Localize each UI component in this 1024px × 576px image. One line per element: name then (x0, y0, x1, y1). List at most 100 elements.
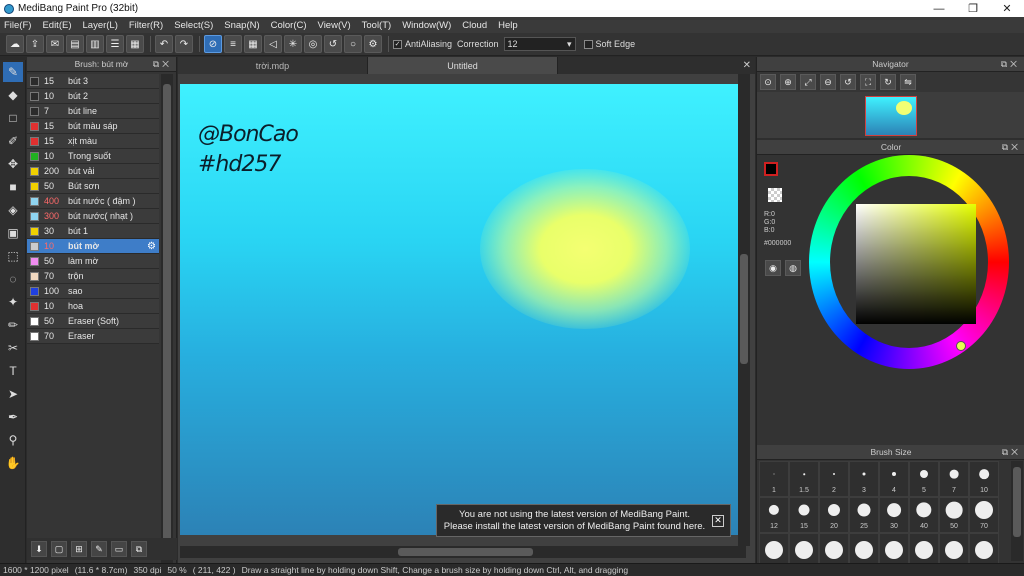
zoom-fit-icon[interactable]: ⊙ (760, 74, 776, 90)
select-eraser-tool-icon[interactable]: ✂ (3, 338, 23, 358)
panel-controls[interactable]: ⧉✕ (1002, 142, 1021, 153)
zoom-out-icon[interactable]: ⊖ (820, 74, 836, 90)
rotate-right-icon[interactable]: ↻ (880, 74, 896, 90)
brush-item[interactable]: 10 hoa (27, 299, 159, 314)
chat-icon[interactable]: ▤ (66, 35, 84, 53)
brush-item[interactable]: 10 Trong suốt (27, 149, 159, 164)
panel-controls[interactable]: ⧉✕ (1002, 447, 1021, 458)
snap-settings-icon[interactable]: ⚙ (364, 35, 382, 53)
transparent-color-swatch[interactable] (768, 188, 782, 202)
brush-item[interactable]: 300 bút nước( nhạt ) (27, 209, 159, 224)
list-icon[interactable]: ☰ (106, 35, 124, 53)
brush-item[interactable]: 15 bút màu sáp (27, 119, 159, 134)
canvas-horizontal-scrollbar[interactable] (180, 546, 746, 558)
cloud-download-icon[interactable]: ⬇ (31, 541, 47, 557)
foreground-color-swatch[interactable] (764, 162, 778, 176)
palette-icon[interactable]: ◉ (765, 260, 781, 276)
redo-icon[interactable]: ↷ (175, 35, 193, 53)
navigator-preview[interactable] (757, 92, 1024, 138)
antialiasing-checkbox[interactable]: ✓ (393, 39, 402, 49)
close-button[interactable]: ✕ (990, 0, 1024, 17)
bucket-tool-icon[interactable]: ◈ (3, 200, 23, 220)
menu-file[interactable]: File(F) (4, 20, 31, 31)
lasso-tool-icon[interactable]: ◌ (3, 269, 23, 289)
drawing-canvas[interactable]: @BonCao #hd257 (180, 84, 738, 535)
magic-wand-tool-icon[interactable]: ✦ (3, 292, 23, 312)
brush-size-cell[interactable]: 3 (849, 461, 879, 497)
brush-size-cell[interactable]: 12 (759, 497, 789, 533)
brush-item[interactable]: 10 bút mờ ⚙ (27, 239, 159, 254)
minimize-button[interactable]: — (922, 0, 956, 17)
saturation-value-square[interactable] (856, 204, 976, 324)
brush-tool-icon[interactable]: ✎ (3, 62, 23, 82)
tab-untitled[interactable]: Untitled (368, 57, 558, 74)
brush-size-cell[interactable]: 10 (969, 461, 999, 497)
tab-troi[interactable]: trời.mdp (178, 57, 368, 74)
brush-size-cell[interactable]: 40 (909, 497, 939, 533)
brush-item[interactable]: 400 bút nước ( đậm ) (27, 194, 159, 209)
brush-size-scrollbar[interactable] (1011, 461, 1023, 561)
rotate-left-icon[interactable]: ↺ (840, 74, 856, 90)
brush-item[interactable]: 70 trộn (27, 269, 159, 284)
brush-size-cell[interactable]: 1 (759, 461, 789, 497)
menu-cloud[interactable]: Cloud (462, 20, 487, 31)
brush-item[interactable]: 15 xịt màu (27, 134, 159, 149)
hand-tool-icon[interactable]: ✋ (3, 453, 23, 473)
snap-ellipse-icon[interactable]: ○ (344, 35, 362, 53)
eyedropper-tool-icon[interactable]: ⚲ (3, 430, 23, 450)
dot-tool-icon[interactable]: □ (3, 108, 23, 128)
menu-color[interactable]: Color(C) (271, 20, 307, 31)
menu-tool[interactable]: Tool(T) (362, 20, 392, 31)
snap-radial-icon[interactable]: ✳ (284, 35, 302, 53)
scrollbar-thumb[interactable] (1013, 467, 1021, 537)
zoom-in-icon[interactable]: ⊕ (780, 74, 796, 90)
scrollbar-thumb[interactable] (163, 84, 171, 549)
brush-item[interactable]: 50 làm mờ (27, 254, 159, 269)
divide-tool-icon[interactable]: ✒ (3, 407, 23, 427)
select-rect-tool-icon[interactable]: ⬚ (3, 246, 23, 266)
select-pen-tool-icon[interactable]: ✏ (3, 315, 23, 335)
palette-add-icon[interactable]: ◍ (785, 260, 801, 276)
comment-icon[interactable]: ✉ (46, 35, 64, 53)
brush-size-cell[interactable]: 20 (819, 497, 849, 533)
brush-item[interactable]: 70 Eraser (27, 329, 159, 344)
snap-cross-icon[interactable]: ▦ (244, 35, 262, 53)
maximize-button[interactable]: ❐ (956, 0, 990, 17)
menu-edit[interactable]: Edit(E) (42, 20, 71, 31)
brush-size-cell[interactable]: 2 (819, 461, 849, 497)
gradient-tool-icon[interactable]: ▣ (3, 223, 23, 243)
document-icon[interactable]: ▥ (86, 35, 104, 53)
brush-size-cell[interactable]: 50 (939, 497, 969, 533)
brush-size-cell[interactable]: 30 (879, 497, 909, 533)
menu-layer[interactable]: Layer(L) (83, 20, 118, 31)
operation-tool-icon[interactable]: ➤ (3, 384, 23, 404)
eraser-tool-icon[interactable]: ◆ (3, 85, 23, 105)
brush-size-cell[interactable]: 15 (789, 497, 819, 533)
undo-icon[interactable]: ↶ (155, 35, 173, 53)
notification-close-button[interactable]: ✕ (712, 514, 724, 527)
fill-rect-tool-icon[interactable]: ■ (3, 177, 23, 197)
close-icon[interactable]: ✕ (743, 60, 751, 71)
brush-item[interactable]: 30 bút 1 (27, 224, 159, 239)
brush-size-cell[interactable]: 25 (849, 497, 879, 533)
snap-circle-icon[interactable]: ◎ (304, 35, 322, 53)
brush-size-cell[interactable]: 70 (969, 497, 999, 533)
snap-vanish-icon[interactable]: ◁ (264, 35, 282, 53)
brush-settings-icon[interactable]: ⚙ (147, 241, 156, 252)
menu-snap[interactable]: Snap(N) (224, 20, 259, 31)
brush-size-cell[interactable]: 7 (939, 461, 969, 497)
snap-parallel-icon[interactable]: ≡ (224, 35, 242, 53)
scrollbar-thumb[interactable] (398, 548, 533, 556)
new-brush-icon[interactable]: ▢ (51, 541, 67, 557)
brush-size-cell[interactable]: 5 (909, 461, 939, 497)
folder-icon[interactable]: ▭ (111, 541, 127, 557)
menu-select[interactable]: Select(S) (174, 20, 213, 31)
brush-list-scrollbar[interactable] (161, 74, 173, 576)
panel-controls[interactable]: ⧉✕ (153, 59, 172, 70)
edit-brush-icon[interactable]: ✎ (91, 541, 107, 557)
duplicate-icon[interactable]: ⧉ (131, 541, 147, 557)
soft-edge-checkbox[interactable] (583, 39, 593, 49)
brush-item[interactable]: 100 sao (27, 284, 159, 299)
upload-icon[interactable]: ⇪ (26, 35, 44, 53)
snap-off-icon[interactable]: ⊘ (204, 35, 222, 53)
